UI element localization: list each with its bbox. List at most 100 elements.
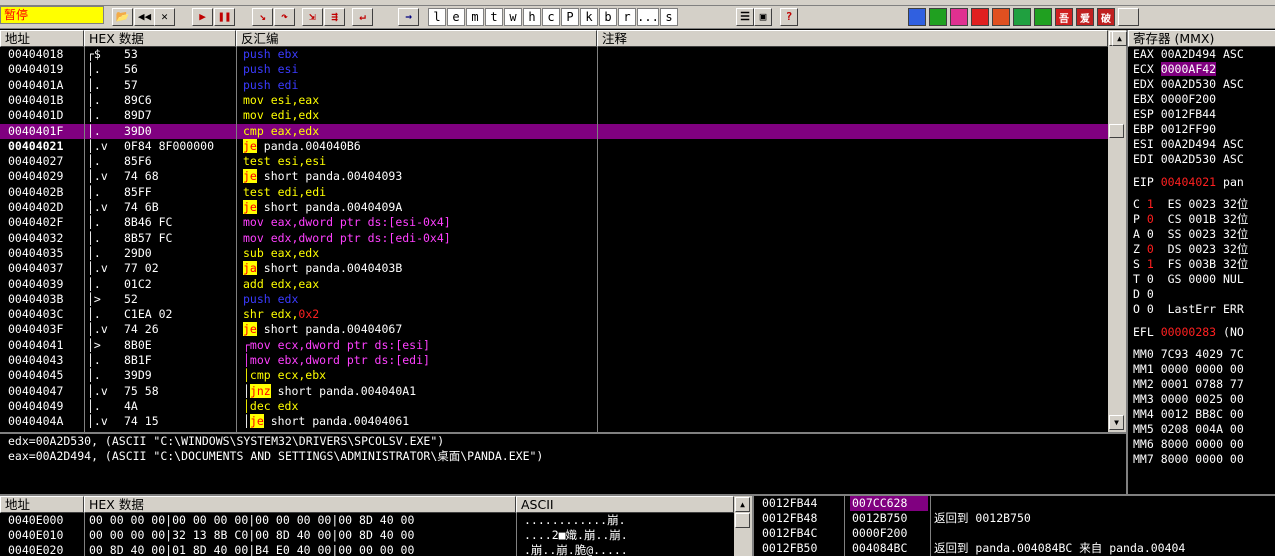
register-row[interactable]: Z 0 DS 0023 32位 <box>1133 242 1248 257</box>
column-header-address[interactable]: 地址 <box>0 30 84 47</box>
register-row[interactable]: EFL 00000283 (NO <box>1133 325 1244 340</box>
table-row[interactable]: 00404019 │. 56 push esi <box>0 62 1108 77</box>
table-row[interactable]: 0040403F │.v 74 26 je short panda.00404067 <box>0 322 1108 337</box>
dump-header-hex[interactable]: HEX 数据 <box>84 496 516 513</box>
register-row[interactable]: P 0 CS 001B 32位 <box>1133 212 1248 227</box>
dump-scroll-thumb[interactable] <box>735 513 750 528</box>
pause-icon[interactable]: ❚❚ <box>214 8 235 26</box>
tool-h-button[interactable]: h <box>523 8 541 26</box>
register-row[interactable]: MM2 0001 0788 77 <box>1133 377 1244 392</box>
table-row[interactable]: 00404049 │. 4A │dec edx <box>0 399 1108 414</box>
scroll-down-icon[interactable]: ▼ <box>1109 415 1124 430</box>
register-row[interactable]: T 0 GS 0000 NUL <box>1133 272 1244 287</box>
dump-row[interactable]: 0040E010 00 00 00 00|32 13 8B C0|00 8D 40… <box>0 528 734 543</box>
table-row[interactable]: 0040402B │. 85FF test edi,edi <box>0 185 1108 200</box>
register-row[interactable]: A 0 SS 0023 32位 <box>1133 227 1248 242</box>
list-icon[interactable]: ☰ <box>736 8 754 26</box>
register-row[interactable]: EBP 0012FF90 <box>1133 122 1216 137</box>
plugin-2-icon[interactable] <box>950 8 968 26</box>
tool-e-button[interactable]: e <box>447 8 465 26</box>
register-row[interactable]: C 1 ES 0023 32位 <box>1133 197 1248 212</box>
step-over-icon[interactable]: ↷ <box>274 8 295 26</box>
registers-header[interactable]: 寄存器 (MMX) <box>1128 30 1275 47</box>
column-header-comment[interactable]: 注释 <box>597 30 1108 47</box>
run-icon[interactable]: ▶ <box>192 8 213 26</box>
table-row[interactable]: 00404021 │.v 0F84 8F000000 je panda.004040B… <box>0 138 1108 155</box>
close-icon[interactable]: ✕ <box>154 8 175 26</box>
dump-header-ascii[interactable]: ASCII <box>516 496 734 513</box>
plugin-9-icon[interactable]: 破 <box>1097 8 1115 26</box>
table-row[interactable]: 00404029 │.v 74 68 je short panda.00404093 <box>0 169 1108 184</box>
disasm-scrollbar[interactable]: ▲ ▼ <box>1108 30 1126 432</box>
register-row[interactable]: EBX 0000F200 <box>1133 92 1216 107</box>
dump-header-address[interactable]: 地址 <box>0 496 84 513</box>
register-row[interactable]: S 1 FS 003B 32位 <box>1133 257 1248 272</box>
tool-l-button[interactable]: l <box>428 8 446 26</box>
stack-row[interactable]: 0012FB50 004084BC 返回到 panda.004084BC 来自 pa… <box>754 541 1275 556</box>
register-row[interactable]: EDX 00A2D530 ASC <box>1133 77 1244 92</box>
column-header-hex[interactable]: HEX 数据 <box>84 30 236 47</box>
flag-value[interactable]: 1 <box>1147 197 1154 211</box>
dump-scrollbar[interactable]: ▲ <box>734 496 752 556</box>
flag-value[interactable]: 0 <box>1147 212 1154 226</box>
goto-icon[interactable]: → <box>398 8 419 26</box>
register-value[interactable]: 00404021 <box>1161 175 1216 189</box>
tool-c-button[interactable]: c <box>542 8 560 26</box>
tool-p-button[interactable]: P <box>561 8 579 26</box>
register-row[interactable]: MM3 0000 0025 00 <box>1133 392 1244 407</box>
registers-scroll-up-icon[interactable]: ▲ <box>1112 31 1127 46</box>
plugin-1-icon[interactable] <box>929 8 947 26</box>
register-row[interactable]: EAX 00A2D494 ASC <box>1133 47 1244 62</box>
tool-more-button[interactable]: ... <box>637 8 659 26</box>
table-row[interactable]: 00404018 ┌$ 53 push ebx <box>0 47 1108 62</box>
tool-s-button[interactable]: s <box>660 8 678 26</box>
table-row[interactable]: 0040401D │. 89D7 mov edi,edx <box>0 108 1108 123</box>
table-row[interactable]: 00404027 │. 85F6 test esi,esi <box>0 154 1108 169</box>
stack-row[interactable]: 0012FB44 007CC628 <box>754 496 1275 512</box>
help-button[interactable]: ? <box>780 8 798 26</box>
execute-till-return-icon[interactable]: ↵ <box>352 8 373 26</box>
register-row[interactable]: MM5 0208 004A 00 <box>1133 422 1244 437</box>
table-row[interactable]: 0040402D │.v 74 6B je short panda.0040409A <box>0 200 1108 215</box>
tool-w-button[interactable]: w <box>504 8 522 26</box>
table-row[interactable]: 00404041 │> 8B0E ┌mov ecx,dword ptr ds:[esi… <box>0 338 1108 353</box>
tool-b-button[interactable]: b <box>599 8 617 26</box>
table-row[interactable]: 00404043 │. 8B1F │mov ebx,dword ptr ds:[edi… <box>0 353 1108 368</box>
table-row[interactable]: 00404032 │. 8B57 FC mov edx,dword ptr ds:[e… <box>0 231 1108 246</box>
register-value[interactable]: 0000AF42 <box>1160 62 1217 76</box>
dump-row[interactable]: 0040E000 00 00 00 00|00 00 00 00|00 00 00… <box>0 513 734 528</box>
plugin-7-icon[interactable]: 吾 <box>1055 8 1073 26</box>
register-row[interactable]: D 0 <box>1133 287 1154 302</box>
register-row[interactable]: MM6 8000 0000 00 <box>1133 437 1244 452</box>
rewind-icon[interactable]: ◀◀ <box>134 8 155 26</box>
plugin-0-icon[interactable] <box>908 8 926 26</box>
trace-over-icon[interactable]: ⇶ <box>324 8 345 26</box>
flag-value[interactable]: 1 <box>1147 257 1154 271</box>
register-row[interactable]: MM4 0012 BB8C 00 <box>1133 407 1244 422</box>
open-icon[interactable]: 📂 <box>112 8 133 26</box>
table-row[interactable]: 0040403C │. C1EA 02 shr edx,0x2 <box>0 307 1108 322</box>
plugin-4-icon[interactable] <box>992 8 1010 26</box>
register-row[interactable]: ESP 0012FB44 <box>1133 107 1216 122</box>
tool-r-button[interactable]: r <box>618 8 636 26</box>
dump-row[interactable]: 0040E020 00 8D 40 00|01 8D 40 00|B4 E0 40… <box>0 543 734 556</box>
tool-k-button[interactable]: k <box>580 8 598 26</box>
plugin-5-icon[interactable] <box>1013 8 1031 26</box>
stack-row[interactable]: 0012FB48 0012B750 返回到 0012B750 <box>754 511 1275 526</box>
table-row[interactable]: 00404037 │.v 77 02 ja short panda.0040403B <box>0 261 1108 276</box>
register-row[interactable]: MM0 7C93 4029 7C <box>1133 347 1244 362</box>
table-row[interactable]: 0040403B │> 52 push edx <box>0 292 1108 307</box>
register-row[interactable]: O 0 LastErr ERR <box>1133 302 1244 317</box>
column-header-disasm[interactable]: 反汇编 <box>236 30 597 47</box>
table-row[interactable]: 00404045 │. 39D9 │cmp ecx,ebx <box>0 368 1108 383</box>
table-row[interactable]: 00404035 │. 29D0 sub eax,edx <box>0 246 1108 261</box>
scroll-thumb[interactable] <box>1109 124 1124 138</box>
tool-m-button[interactable]: m <box>466 8 484 26</box>
blank-tool-button[interactable] <box>1118 8 1139 26</box>
plugin-3-icon[interactable] <box>971 8 989 26</box>
register-row[interactable]: EDI 00A2D530 ASC <box>1133 152 1244 167</box>
tool-t-button[interactable]: t <box>485 8 503 26</box>
register-row[interactable]: ECX 0000AF42 <box>1133 62 1217 77</box>
table-row[interactable]: 00404039 │. 01C2 add edx,eax <box>0 277 1108 292</box>
table-row[interactable]: 0040401B │. 89C6 mov esi,eax <box>0 93 1108 108</box>
